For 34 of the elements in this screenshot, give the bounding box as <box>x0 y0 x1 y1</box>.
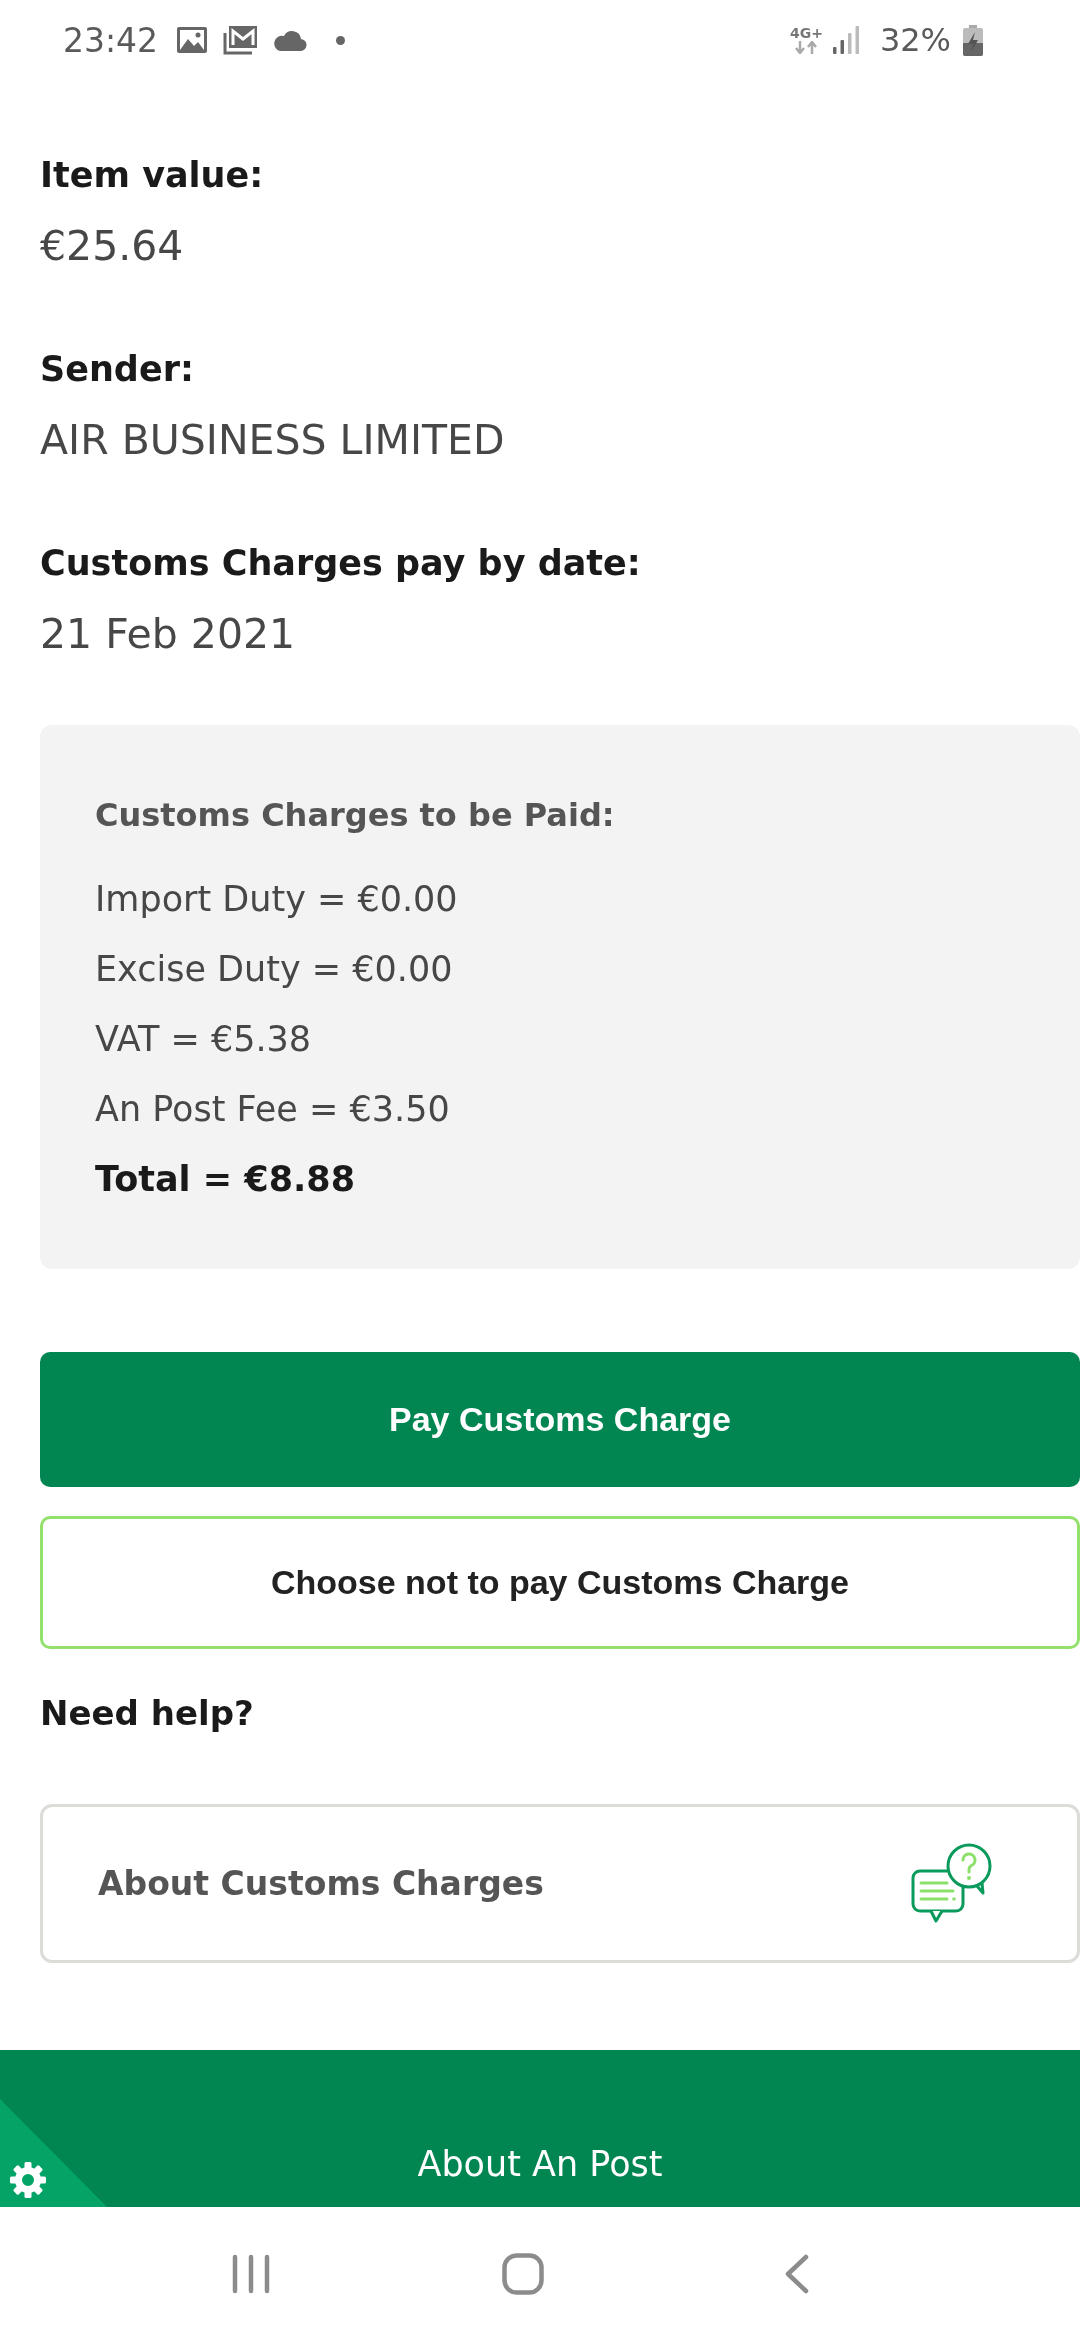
charge-line: VAT = €5.38 <box>95 1018 312 1061</box>
charges-heading: Customs Charges to be Paid: <box>95 795 615 836</box>
field-label: Customs Charges pay by date: <box>40 542 641 585</box>
signal-icon <box>832 26 860 54</box>
cloud-icon <box>273 29 308 51</box>
dot-icon <box>336 35 346 45</box>
mail-icon <box>222 25 259 55</box>
decline-button[interactable]: Choose not to pay Customs Charge <box>40 1516 1080 1649</box>
footer-link[interactable]: About An Post <box>417 2142 663 2187</box>
home-icon <box>502 2252 544 2295</box>
field-label: Item value: <box>40 154 264 197</box>
charge-total: Total = €8.88 <box>95 1158 356 1201</box>
battery-percentage: 32% <box>879 21 951 59</box>
charge-line: An Post Fee = €3.50 <box>95 1088 450 1131</box>
back-button[interactable] <box>785 2253 809 2294</box>
recent-apps-icon <box>232 2253 270 2294</box>
battery-charging-icon <box>963 24 983 56</box>
settings-icon <box>10 2162 46 2198</box>
help-heading: Need help? <box>40 1692 254 1735</box>
help-topic-link[interactable]: About Customs Charges <box>40 1804 1080 1963</box>
field-value: AIR BUSINESS LIMITED <box>40 415 505 466</box>
field-value: €25.64 <box>40 221 184 272</box>
home-button[interactable] <box>502 2252 544 2295</box>
charge-line: Import Duty = €0.00 <box>95 878 458 921</box>
charge-line: Excise Duty = €0.00 <box>95 948 453 991</box>
back-icon <box>785 2253 809 2294</box>
network-type: 4G+ <box>789 26 823 41</box>
image-icon <box>177 27 208 53</box>
data-transfer-icon <box>793 41 820 54</box>
field-value: 21 Feb 2021 <box>40 609 296 660</box>
clock-time: 23:42 <box>63 20 159 60</box>
pay-button[interactable]: Pay Customs Charge <box>40 1352 1080 1487</box>
recent-apps-button[interactable] <box>232 2253 270 2294</box>
field-label: Sender: <box>40 348 194 391</box>
